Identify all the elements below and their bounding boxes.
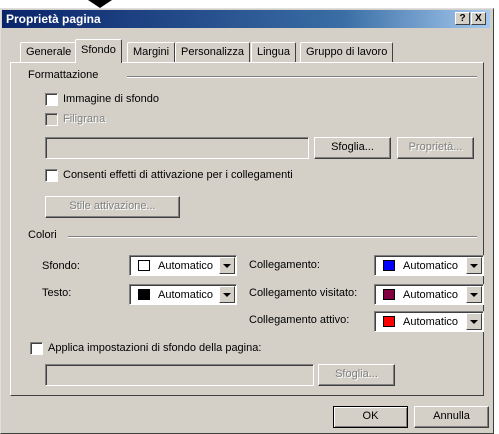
- cursor-arrow-icon: [88, 0, 112, 8]
- chevron-down-icon[interactable]: [466, 286, 482, 303]
- chevron-down-icon[interactable]: [466, 257, 482, 274]
- applica-impostazioni-label[interactable]: Applica impostazioni di sfondo della pag…: [48, 342, 261, 354]
- tab-margini[interactable]: Margini: [127, 42, 176, 62]
- attivo-color-value: Automatico: [403, 316, 459, 328]
- sfondo-color-label: Sfondo:: [42, 260, 80, 272]
- sfondo-color-picker[interactable]: Automatico: [129, 255, 237, 276]
- visitato-color-label: Collegamento visitato:: [249, 287, 358, 299]
- immagine-sfondo-checkbox[interactable]: [45, 93, 58, 106]
- tab-generale[interactable]: Generale: [20, 42, 78, 62]
- collegamento-color-swatch: [383, 260, 395, 271]
- group-divider: [127, 76, 477, 78]
- testo-color-picker[interactable]: Automatico: [129, 284, 237, 305]
- collegamento-color-picker[interactable]: Automatico: [374, 255, 484, 276]
- formattazione-group-label: Formattazione: [28, 69, 99, 81]
- help-button[interactable]: ?: [455, 12, 470, 25]
- sfondo-color-swatch: [138, 260, 150, 271]
- attivo-color-label: Collegamento attivo:: [249, 314, 350, 326]
- tab-sfondo[interactable]: Sfondo: [75, 39, 122, 63]
- sfondo-color-value: Automatico: [158, 260, 214, 272]
- filigrana-checkbox[interactable]: [45, 113, 58, 126]
- annulla-button[interactable]: Annulla: [414, 406, 489, 428]
- visitato-color-swatch: [383, 289, 395, 300]
- stile-attivazione-button[interactable]: Stile attivazione...: [45, 196, 180, 218]
- window-title: Proprietà pagina: [6, 12, 101, 26]
- colori-group-label: Colori: [28, 229, 57, 241]
- testo-color-swatch: [138, 289, 150, 300]
- visitato-color-picker[interactable]: Automatico: [374, 284, 484, 305]
- testo-color-value: Automatico: [158, 289, 214, 301]
- filigrana-label[interactable]: Filigrana: [63, 113, 105, 125]
- image-path-field[interactable]: [45, 137, 309, 159]
- collegamento-color-label: Collegamento:: [249, 259, 320, 271]
- chevron-down-icon[interactable]: [219, 257, 235, 274]
- ok-button[interactable]: OK: [333, 406, 408, 428]
- close-button[interactable]: X: [471, 12, 486, 25]
- attivo-color-picker[interactable]: Automatico: [374, 311, 484, 332]
- chevron-down-icon[interactable]: [219, 286, 235, 303]
- tab-personalizza[interactable]: Personalizza: [175, 42, 250, 62]
- tab-lingua[interactable]: Lingua: [251, 42, 297, 62]
- tab-gruppo-di-lavoro[interactable]: Gruppo di lavoro: [300, 42, 394, 62]
- collegamento-color-value: Automatico: [403, 260, 459, 272]
- title-bar[interactable]: Proprietà pagina ? X: [2, 10, 490, 28]
- chevron-down-icon[interactable]: [466, 313, 482, 330]
- immagine-sfondo-label[interactable]: Immagine di sfondo: [63, 93, 159, 105]
- attivo-color-swatch: [383, 316, 395, 327]
- proprieta-button[interactable]: Proprietà...: [397, 137, 474, 159]
- sfoglia-button[interactable]: Sfoglia...: [314, 137, 391, 159]
- applica-path-field[interactable]: [45, 364, 314, 386]
- visitato-color-value: Automatico: [403, 289, 459, 301]
- group-divider: [68, 236, 477, 238]
- testo-color-label: Testo:: [42, 287, 72, 299]
- consenti-effetti-checkbox[interactable]: [45, 169, 58, 182]
- applica-sfoglia-button[interactable]: Sfoglia...: [318, 364, 395, 386]
- consenti-effetti-label[interactable]: Consenti effetti di attivazione per i co…: [63, 169, 293, 181]
- applica-impostazioni-checkbox[interactable]: [30, 342, 43, 355]
